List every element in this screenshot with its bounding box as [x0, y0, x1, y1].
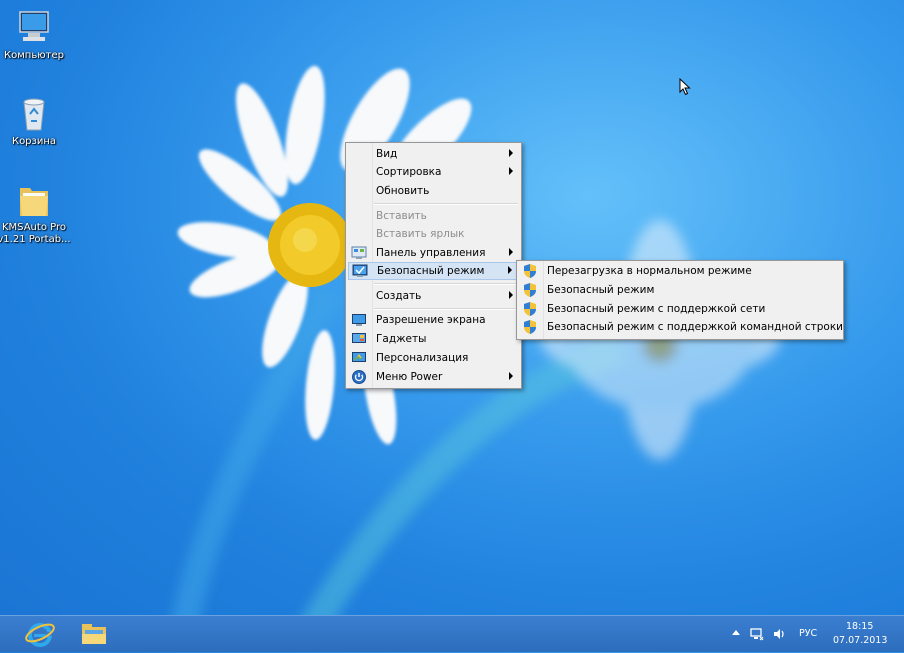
menu-item-power-menu[interactable]: Меню Power: [348, 368, 519, 386]
menu-item-label: Вид: [376, 148, 398, 160]
recycle-bin-icon: [14, 94, 54, 134]
clock-time[interactable]: 18:15: [846, 621, 873, 632]
menu-item-personalization[interactable]: Персонализация: [348, 349, 519, 367]
clock-date[interactable]: 07.07.2013: [833, 635, 887, 646]
desktop-icon-kmsauto[interactable]: KMSAuto Pro v1.21 Portab...: [0, 180, 72, 246]
menu-item-label: Обновить: [376, 185, 430, 197]
safe-mode-submenu: Перезагрузка в нормальном режиме Безопас…: [516, 260, 844, 340]
menu-separator: [374, 283, 518, 285]
mouse-cursor-icon: [679, 78, 691, 96]
desktop-icon-label-line1: KMSAuto Pro: [2, 222, 66, 233]
file-explorer-icon: [82, 624, 106, 644]
submenu-arrow-icon: [509, 149, 513, 157]
submenu-item-safe-mode-cmd[interactable]: Безопасный режим с поддержкой командной …: [519, 318, 843, 336]
desktop-icon-computer[interactable]: Компьютер: [0, 8, 72, 62]
menu-item-label: Безопасный режим с поддержкой командной …: [547, 321, 843, 333]
menu-item-label: Меню Power: [376, 371, 443, 383]
submenu-arrow-icon: [508, 266, 512, 274]
screen-resolution-icon: [352, 314, 366, 326]
submenu-item-safe-mode[interactable]: Безопасный режим: [519, 281, 841, 299]
menu-item-label: Вставить: [376, 210, 427, 222]
menu-item-paste[interactable]: Вставить: [348, 207, 519, 225]
menu-separator: [374, 308, 518, 310]
menu-item-new[interactable]: Создать: [348, 287, 519, 305]
power-menu-icon: [352, 370, 366, 384]
menu-item-label: Гаджеты: [376, 333, 427, 345]
taskbar-internet-explorer[interactable]: [20, 618, 60, 650]
menu-item-gadgets[interactable]: Гаджеты: [348, 330, 519, 348]
menu-item-label: Вставить ярлык: [376, 228, 465, 240]
gadgets-icon: [352, 333, 366, 343]
menu-item-view[interactable]: Вид: [348, 145, 519, 163]
menu-item-label: Разрешение экрана: [376, 314, 486, 326]
submenu-arrow-icon: [509, 291, 513, 299]
menu-item-screen-resolution[interactable]: Разрешение экрана: [348, 311, 519, 329]
volume-icon[interactable]: [772, 627, 786, 641]
taskbar: РУС 18:15 07.07.2013: [0, 615, 904, 652]
folder-icon: [14, 180, 54, 220]
submenu-arrow-icon: [509, 248, 513, 256]
control-panel-icon: [351, 246, 367, 259]
menu-item-label: Панель управления: [376, 247, 486, 259]
desktop-icon-label: Корзина: [11, 136, 57, 147]
safe-mode-icon: [352, 264, 368, 277]
menu-item-control-panel[interactable]: Панель управления: [348, 244, 519, 262]
personalization-icon: [352, 352, 366, 362]
submenu-arrow-icon: [509, 372, 513, 380]
desktop-context-menu: Вид Сортировка Обновить Вставить Вставит…: [345, 142, 522, 389]
language-indicator[interactable]: РУС: [799, 628, 817, 639]
menu-item-sort[interactable]: Сортировка: [348, 163, 519, 181]
menu-item-label: Перезагрузка в нормальном режиме: [547, 265, 752, 277]
menu-item-label: Безопасный режим: [547, 284, 655, 296]
desktop-icon-label: Компьютер: [4, 50, 64, 61]
desktop-icon-recycle-bin[interactable]: Корзина: [0, 94, 72, 148]
submenu-arrow-icon: [509, 167, 513, 175]
menu-item-safe-mode[interactable]: Безопасный режим: [348, 262, 519, 280]
submenu-item-restart-normal[interactable]: Перезагрузка в нормальном режиме: [519, 262, 841, 280]
uac-shield-icon: [524, 302, 536, 316]
menu-item-label: Сортировка: [376, 166, 442, 178]
uac-shield-icon: [524, 283, 536, 297]
internet-explorer-icon: [25, 623, 55, 647]
submenu-item-safe-mode-network[interactable]: Безопасный режим с поддержкой сети: [519, 300, 841, 318]
menu-item-label: Персонализация: [376, 352, 469, 364]
desktop-icon-label-line2: v1.21 Portab...: [0, 234, 71, 245]
network-icon[interactable]: [750, 627, 764, 641]
menu-item-label: Безопасный режим с поддержкой сети: [547, 303, 766, 315]
taskbar-file-explorer[interactable]: [74, 618, 114, 650]
menu-item-refresh[interactable]: Обновить: [348, 182, 519, 200]
menu-item-label: Создать: [376, 290, 422, 302]
menu-item-paste-shortcut[interactable]: Вставить ярлык: [348, 225, 519, 243]
menu-separator: [374, 203, 518, 205]
uac-shield-icon: [524, 264, 536, 278]
computer-icon: [14, 8, 54, 48]
uac-shield-icon: [524, 320, 536, 334]
tray-show-hidden-icons[interactable]: [732, 630, 740, 635]
menu-item-label: Безопасный режим: [377, 265, 485, 277]
